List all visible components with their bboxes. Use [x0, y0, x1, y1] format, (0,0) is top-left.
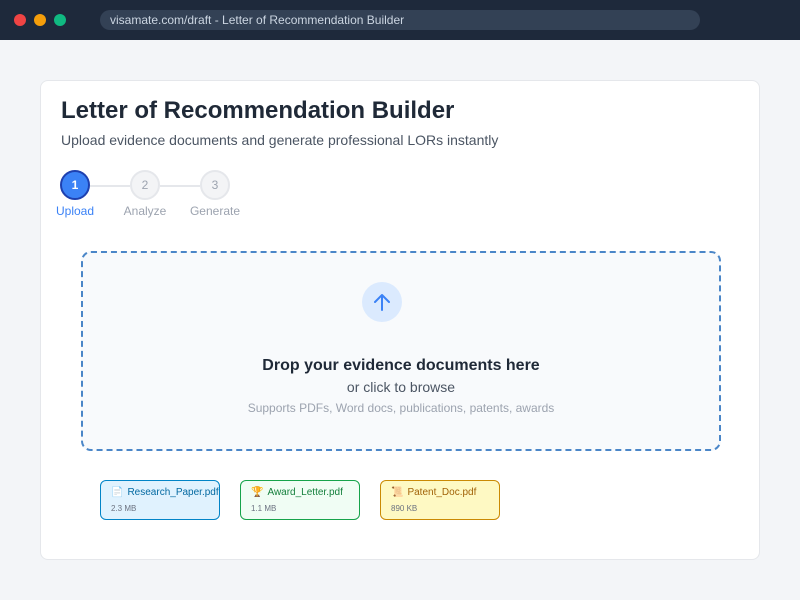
step-3-label: Generate	[189, 204, 241, 218]
file-size: 890 KB	[391, 504, 418, 513]
browse-link[interactable]: or click to browse	[83, 379, 719, 395]
upload-arrow-icon	[362, 282, 402, 322]
file-chip-research-paper[interactable]: 📄 Research_Paper.pdf 2.3 MB	[100, 480, 220, 520]
document-icon: 📄	[111, 487, 124, 498]
page-subtitle: Upload evidence documents and generate p…	[61, 132, 499, 148]
step-3-circle[interactable]: 3	[200, 170, 230, 200]
file-chip-patent-doc[interactable]: 📜 Patent_Doc.pdf 890 KB	[380, 480, 500, 520]
step-2-label: Analyze	[123, 204, 167, 218]
file-name: Patent_Doc.pdf	[407, 487, 477, 498]
supported-formats-text: Supports PDFs, Word docs, publications, …	[247, 401, 555, 415]
builder-card: Letter of Recommendation Builder Upload …	[40, 80, 760, 560]
address-bar[interactable]: visamate.com/draft - Letter of Recommend…	[100, 10, 700, 30]
close-window-button[interactable]	[14, 14, 26, 26]
file-name: Research_Paper.pdf	[127, 487, 219, 498]
file-size: 1.1 MB	[251, 504, 277, 513]
step-2-circle[interactable]: 2	[130, 170, 160, 200]
browser-titlebar: visamate.com/draft - Letter of Recommend…	[0, 0, 800, 40]
file-size: 2.3 MB	[111, 504, 137, 513]
file-name: Award_Letter.pdf	[267, 487, 343, 498]
file-chip-award-letter[interactable]: 🏆 Award_Letter.pdf 1.1 MB	[240, 480, 360, 520]
step-1-label: Upload	[55, 204, 95, 218]
dropzone-title: Drop your evidence documents here	[262, 357, 540, 374]
scroll-icon: 📜	[391, 487, 404, 498]
minimize-window-button[interactable]	[34, 14, 46, 26]
stepper-connector	[160, 185, 200, 187]
stepper-connector	[90, 185, 130, 187]
trophy-icon: 🏆	[251, 487, 264, 498]
maximize-window-button[interactable]	[54, 14, 66, 26]
page-title: Letter of Recommendation Builder	[61, 97, 455, 124]
step-1-circle[interactable]: 1	[60, 170, 90, 200]
file-dropzone[interactable]: Drop your evidence documents here or cli…	[81, 251, 721, 451]
